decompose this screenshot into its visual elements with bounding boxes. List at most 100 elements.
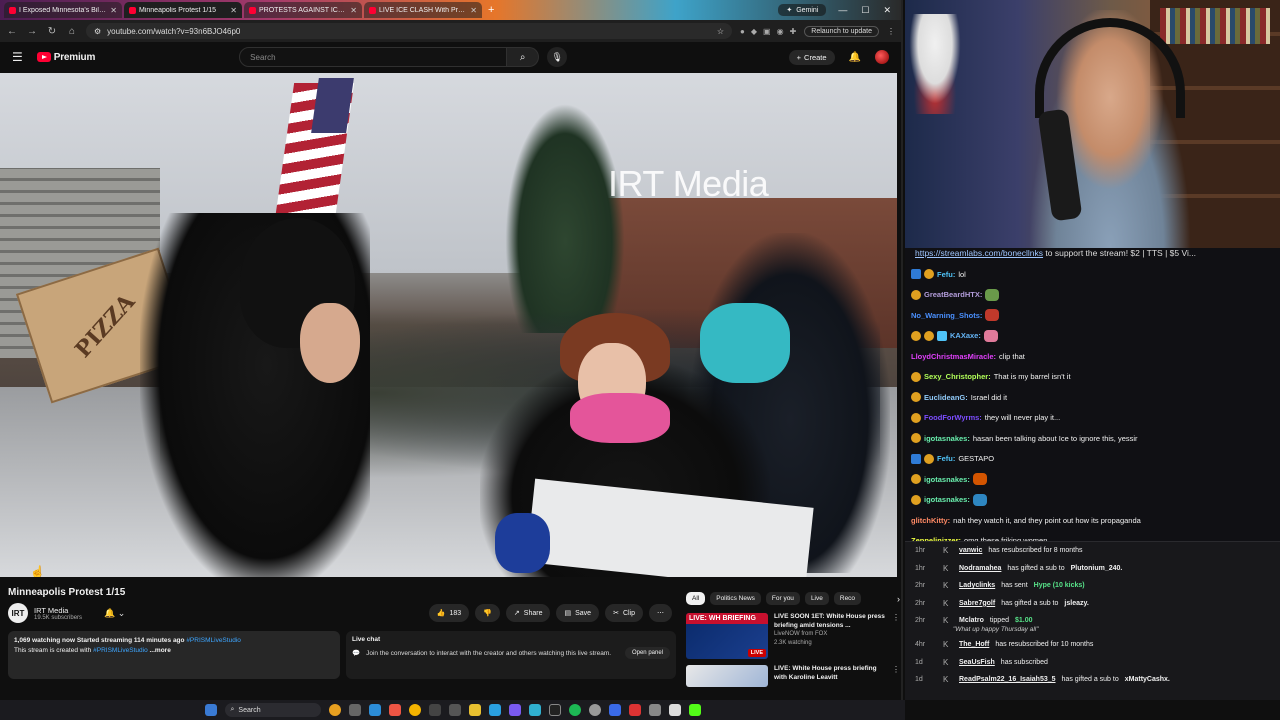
description-box[interactable]: 1,069 watching now Started streaming 114… [8,631,340,679]
account-avatar[interactable] [875,50,889,64]
app-icon[interactable] [588,704,601,716]
more-actions-button[interactable]: ⋯ [649,604,672,622]
new-tab-icon[interactable]: + [484,4,498,16]
more-link[interactable]: ...more [150,647,171,654]
notifications-bell-icon[interactable]: 🔔 [849,52,861,63]
chat-username[interactable]: No_Warning_Shots: [911,311,982,320]
browser-menu-icon[interactable]: ⋮ [887,27,895,36]
activity-user[interactable]: Nodramahea [959,565,1001,572]
close-window-icon[interactable]: ✕ [883,5,891,16]
create-button[interactable]: + Create [788,49,835,65]
video-player[interactable]: PIZZA IRT Media ☝ [0,73,897,577]
chat-username[interactable]: igotasnakes: [924,495,970,504]
chat-username[interactable]: Sexy_Christopher: [924,372,991,381]
chat-username[interactable]: glitchKitty: [911,516,950,525]
close-tab-icon[interactable]: ✕ [110,6,117,15]
bookmark-star-icon[interactable]: ☆ [717,27,724,36]
chip-for-you[interactable]: For you [765,592,800,605]
chat-username[interactable]: LloydChristmasMiracle: [911,352,996,361]
chip-recommended[interactable]: Reco [833,592,862,605]
streamlabs-link[interactable]: https://streamlabs.com/bonecllnks [915,248,1043,258]
app-icon[interactable] [528,704,541,716]
url-field[interactable]: ⚙ youtube.com/watch?v=93n6BJO46p0 ☆ [86,23,733,39]
tab-3[interactable]: PROTESTS AGAINST ICE CONT✕ [244,2,362,18]
activity-user[interactable]: vanwic [959,547,982,554]
clip-button[interactable]: ✂ Clip [605,604,643,622]
activity-target[interactable]: jsleazy. [1064,600,1088,607]
close-tab-icon[interactable]: ✕ [470,6,477,15]
app-icon[interactable] [388,704,401,716]
chip-live[interactable]: Live [804,592,829,605]
chat-username[interactable]: GreatBeardHTX: [924,290,982,299]
voice-search-button[interactable]: 🎙 [547,47,568,67]
puzzle-icon[interactable]: ✚ [790,27,797,36]
gemini-tab[interactable]: ✦ Gemini [778,4,827,16]
reload-icon[interactable]: ↻ [46,26,58,37]
chat-username[interactable]: igotasnakes: [924,475,970,484]
like-button[interactable]: 👍 183 [428,604,470,622]
activity-user[interactable]: SeaUsFish [959,659,995,666]
file-explorer-icon[interactable] [468,704,481,716]
share-button[interactable]: ↗ Share [505,604,551,622]
rec-item[interactable]: LIVE: WH BRIEFING LIVE LIVE SOON 1ET: Wh… [686,613,900,659]
chat-username[interactable]: igotasnakes: [924,434,970,443]
activity-user[interactable]: Sabre7golf [959,600,995,607]
tab-2[interactable]: Minneapolis Protest 1/15 ✕ [124,2,242,18]
task-view-icon[interactable] [348,704,361,716]
rec-item[interactable]: LIVE: White House press briefing with Ka… [686,665,900,687]
maximize-icon[interactable]: ☐ [861,5,869,16]
back-icon[interactable]: ← [6,26,18,37]
extension-icon[interactable]: ● [740,27,745,36]
edge-icon[interactable] [368,704,381,716]
activity-user[interactable]: Ladyclinks [959,582,995,589]
channel-name[interactable]: IRT Media [34,606,82,615]
chip-politics-news[interactable]: Politics News [710,592,761,605]
youtube-logo[interactable]: Premium [36,52,95,63]
activity-user[interactable]: The_Hoff [959,641,989,648]
chat-username[interactable]: FoodForWyrms: [924,413,982,422]
description-hashtag[interactable]: #PRISMLiveStudio [93,647,148,654]
chat-username[interactable]: Fefu: [937,270,955,279]
chat-username[interactable]: KAXaxe: [950,331,981,340]
activity-target[interactable]: Plutonium_240. [1071,565,1123,572]
chat-username[interactable]: EuclideanG: [924,393,968,402]
app-icon[interactable] [508,704,521,716]
home-icon[interactable]: ⌂ [66,26,78,37]
app-icon[interactable] [648,704,661,716]
rec-thumbnail[interactable] [686,665,768,687]
start-icon[interactable] [204,704,217,716]
rec-channel[interactable]: LiveNOW from FOX [774,630,886,639]
hashtag-link[interactable]: #PRISMLiveStudio [186,637,241,644]
app-icon[interactable] [448,704,461,716]
menu-icon[interactable]: ☰ [12,50,23,64]
kick-icon[interactable] [688,704,701,716]
close-tab-icon[interactable]: ✕ [230,6,237,15]
chip-all[interactable]: All [686,592,706,605]
app-icon[interactable] [628,704,641,716]
forward-icon[interactable]: → [26,26,38,37]
app-icon[interactable] [548,704,561,716]
rec-menu-icon[interactable]: ⋮ [892,613,900,659]
rec-menu-icon[interactable]: ⋮ [892,665,900,687]
search-input[interactable]: Search [239,47,508,67]
activity-user[interactable]: ReadPsalm22_16_Isaiah53_5 [959,676,1056,683]
app-icon[interactable] [668,704,681,716]
app-icon[interactable] [608,704,621,716]
search-button[interactable]: ⌕ [507,47,540,67]
channel-avatar[interactable]: IRT [8,603,28,623]
site-info-icon[interactable]: ⚙ [94,27,101,36]
taskbar-search[interactable]: ⌕ Search [224,703,321,717]
chat-username[interactable]: Fefu: [937,454,955,463]
tab-1[interactable]: I Exposed Minnesota's Billion Do✕ [4,2,122,18]
save-button[interactable]: ▤ Save [556,604,600,622]
minimize-icon[interactable]: — [838,5,847,16]
rec-thumbnail[interactable]: LIVE: WH BRIEFING LIVE [686,613,768,659]
extension-icon[interactable]: ▣ [763,27,771,36]
app-icon[interactable] [428,704,441,716]
extension-icon[interactable]: ◉ [777,27,784,36]
dislike-button[interactable]: 👎 [475,604,500,622]
extension-icon[interactable]: ◆ [751,27,757,36]
weather-icon[interactable] [328,704,341,716]
rec-title[interactable]: LIVE: White House press briefing with Ka… [774,665,886,682]
activity-target[interactable]: xMattyCashx. [1125,676,1170,683]
